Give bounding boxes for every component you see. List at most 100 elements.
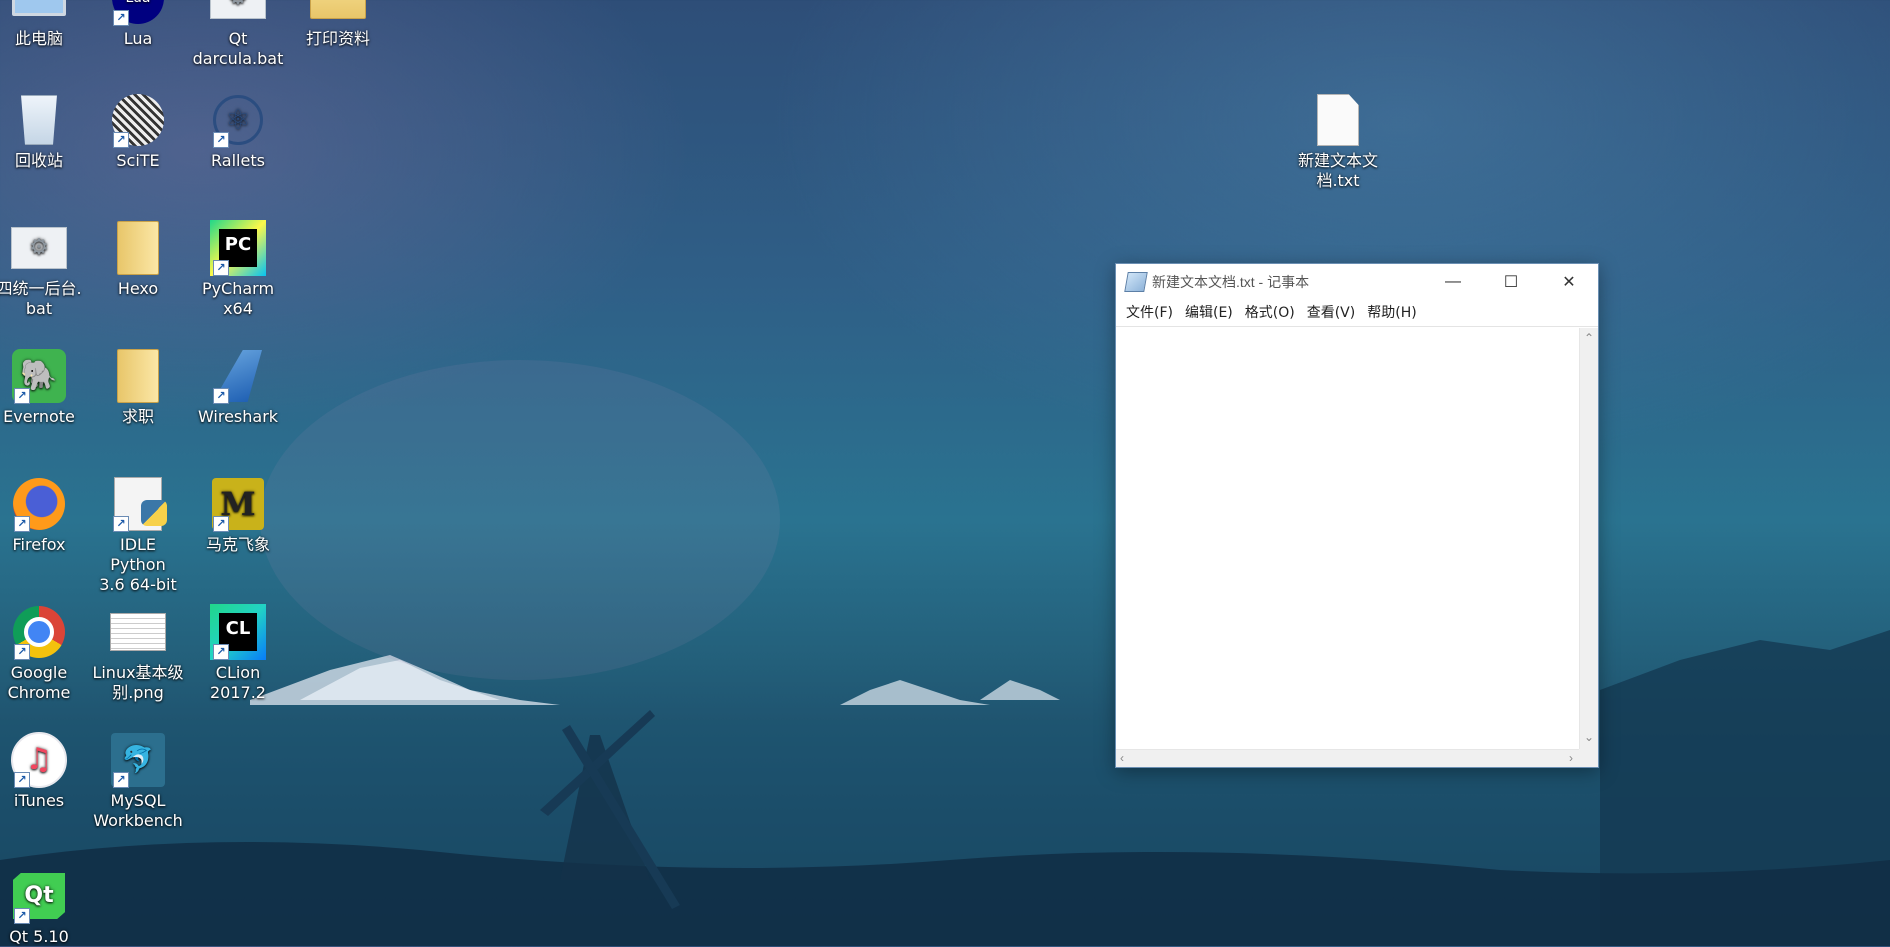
- desktop-icon-google-chrome[interactable]: ↗ Google Chrome: [0, 604, 87, 703]
- desktop-icon-label: 此电脑: [14, 29, 63, 48]
- computer-icon: [11, 0, 67, 26]
- text-editor[interactable]: [1116, 328, 1579, 749]
- close-button[interactable]: ✕: [1540, 264, 1598, 300]
- evernote-icon: 🐘 ↗: [11, 348, 67, 404]
- desktop-icon-label: 打印资料: [305, 29, 370, 48]
- title-bar[interactable]: 新建文本文档.txt - 记事本 — ☐ ✕: [1116, 264, 1598, 300]
- desktop-icon-hexo[interactable]: Hexo: [90, 220, 186, 299]
- desktop-icon-label: Qt 5.10: [9, 927, 69, 946]
- pycharm-icon: PC ↗: [210, 220, 266, 276]
- scroll-down-icon[interactable]: ⌄: [1584, 731, 1594, 743]
- desktop-icon-linux-png[interactable]: Linux基本级 别.png: [90, 604, 186, 703]
- menu-file[interactable]: 文件(F): [1120, 302, 1179, 324]
- scroll-up-icon[interactable]: ⌃: [1584, 332, 1594, 344]
- maximize-button[interactable]: ☐: [1482, 264, 1540, 300]
- settings-file-icon: ⚙: [11, 220, 67, 276]
- desktop-icon-clion[interactable]: CL ↗ CLion 2017.2: [190, 604, 286, 703]
- shortcut-arrow-icon: ↗: [213, 516, 229, 532]
- desktop-icon-label: iTunes: [13, 791, 65, 810]
- vertical-scrollbar[interactable]: ⌃ ⌄: [1579, 328, 1598, 749]
- desktop-icon-label: Hexo: [117, 279, 159, 298]
- qt-icon: Qt ↗: [11, 868, 67, 924]
- desktop-icon-label: 新建文本文 档.txt: [1297, 151, 1378, 190]
- desktop-icon-lua[interactable]: Lua ↗ Lua: [90, 0, 186, 49]
- minimize-button[interactable]: —: [1424, 264, 1482, 300]
- folder-icon: [310, 0, 366, 26]
- desktop-icon-bat-file[interactable]: ⚙ 四统一后台. bat: [0, 220, 87, 319]
- desktop-icon-label: Linux基本级 别.png: [92, 663, 184, 702]
- desktop-icon-itunes[interactable]: ♫ ↗ iTunes: [0, 732, 87, 811]
- shortcut-arrow-icon: ↗: [113, 516, 129, 532]
- desktop-icon-this-pc[interactable]: 此电脑: [0, 0, 87, 49]
- shortcut-arrow-icon: ↗: [14, 772, 30, 788]
- desktop-icon-scite[interactable]: ↗ SciTE: [90, 92, 186, 171]
- desktop-icon-label: IDLE Python 3.6 64-bit: [99, 535, 177, 594]
- desktop-icon-job-folder[interactable]: 求职: [90, 348, 186, 427]
- settings-file-icon: ⚙: [210, 0, 266, 26]
- desktop-icon-firefox[interactable]: ↗ Firefox: [0, 476, 87, 555]
- scroll-left-icon[interactable]: ‹: [1120, 752, 1124, 764]
- desktop-icon-markfly[interactable]: M ↗ 马克飞象: [190, 476, 286, 555]
- desktop-icon-label: Google Chrome: [7, 663, 71, 702]
- menu-bar: 文件(F) 编辑(E) 格式(O) 查看(V) 帮助(H): [1116, 300, 1598, 327]
- text-file-icon: [1310, 92, 1366, 148]
- shortcut-arrow-icon: ↗: [113, 132, 129, 148]
- desktop-icon-label: 马克飞象: [205, 535, 270, 554]
- desktop-icon-label: SciTE: [116, 151, 160, 170]
- desktop-icon-label: MySQL Workbench: [93, 791, 183, 830]
- clion-icon: CL ↗: [210, 604, 266, 660]
- shortcut-arrow-icon: ↗: [113, 772, 129, 788]
- shortcut-arrow-icon: ↗: [213, 132, 229, 148]
- itunes-icon: ♫ ↗: [11, 732, 67, 788]
- menu-edit[interactable]: 编辑(E): [1179, 302, 1239, 324]
- desktop-icon-mysql-workbench[interactable]: 🐬 ↗ MySQL Workbench: [90, 732, 186, 831]
- desktop-icon-label: Rallets: [211, 151, 265, 170]
- desktop-icon-qt-darcula[interactable]: ⚙ Qt darcula.bat: [190, 0, 286, 69]
- desktop-icon-wireshark[interactable]: ↗ Wireshark: [190, 348, 286, 427]
- window-title: 新建文本文档.txt - 记事本: [1152, 274, 1310, 290]
- desktop-icon-label: Qt darcula.bat: [192, 29, 284, 68]
- python-file-icon: ↗: [110, 476, 167, 532]
- desktop-icon-label: 回收站: [14, 151, 63, 170]
- image-file-icon: [110, 604, 166, 660]
- shortcut-arrow-icon: ↗: [213, 388, 229, 404]
- recycle-bin-icon: [11, 92, 67, 148]
- desktop-icon-pycharm[interactable]: PC ↗ PyCharm x64: [190, 220, 286, 319]
- firefox-icon: ↗: [11, 476, 67, 532]
- shortcut-arrow-icon: ↗: [14, 516, 30, 532]
- desktop-icon-label: Evernote: [3, 407, 75, 426]
- shortcut-arrow-icon: ↗: [213, 644, 229, 660]
- desktop-icon-label: 求职: [121, 407, 154, 426]
- desktop-icon-label: Firefox: [12, 535, 66, 554]
- chrome-icon: ↗: [11, 604, 67, 660]
- shortcut-arrow-icon: ↗: [113, 10, 129, 26]
- folder-icon: [110, 348, 166, 404]
- menu-help[interactable]: 帮助(H): [1361, 302, 1422, 324]
- shortcut-arrow-icon: ↗: [213, 260, 229, 276]
- horizontal-scrollbar[interactable]: ‹ ›: [1116, 749, 1579, 767]
- mysql-workbench-icon: 🐬 ↗: [110, 732, 166, 788]
- menu-format[interactable]: 格式(O): [1239, 302, 1301, 324]
- notepad-icon: [1124, 272, 1148, 292]
- desktop-icon-label: PyCharm x64: [201, 279, 275, 318]
- scroll-right-icon[interactable]: ›: [1569, 752, 1573, 764]
- desktop-icon-evernote[interactable]: 🐘 ↗ Evernote: [0, 348, 87, 427]
- lua-icon: Lua ↗: [110, 0, 166, 26]
- desktop-icon-rallets[interactable]: ⚛ ↗ Rallets: [190, 92, 286, 171]
- desktop-icon-label: Lua: [123, 29, 153, 48]
- desktop-icon-label: 四统一后台. bat: [0, 279, 82, 318]
- desktop-icon-new-text-file[interactable]: 新建文本文 档.txt: [1290, 92, 1386, 191]
- desktop-icon-idle-python[interactable]: ↗ IDLE Python 3.6 64-bit: [90, 476, 186, 595]
- menu-view[interactable]: 查看(V): [1301, 302, 1362, 324]
- shortcut-arrow-icon: ↗: [14, 388, 30, 404]
- markfly-icon: M ↗: [210, 476, 266, 532]
- scite-icon: ↗: [110, 92, 166, 148]
- desktop-icon-print-folder[interactable]: 打印资料: [290, 0, 386, 49]
- notepad-window[interactable]: 新建文本文档.txt - 记事本 — ☐ ✕ 文件(F) 编辑(E) 格式(O)…: [1115, 263, 1599, 768]
- folder-icon: [110, 220, 166, 276]
- resize-grip-icon[interactable]: [1579, 749, 1598, 767]
- desktop-icon-recycle-bin[interactable]: 回收站: [0, 92, 87, 171]
- desktop-icon-label: CLion 2017.2: [210, 663, 266, 702]
- shortcut-arrow-icon: ↗: [14, 908, 30, 924]
- desktop-icon-qt[interactable]: Qt ↗ Qt 5.10: [0, 868, 87, 947]
